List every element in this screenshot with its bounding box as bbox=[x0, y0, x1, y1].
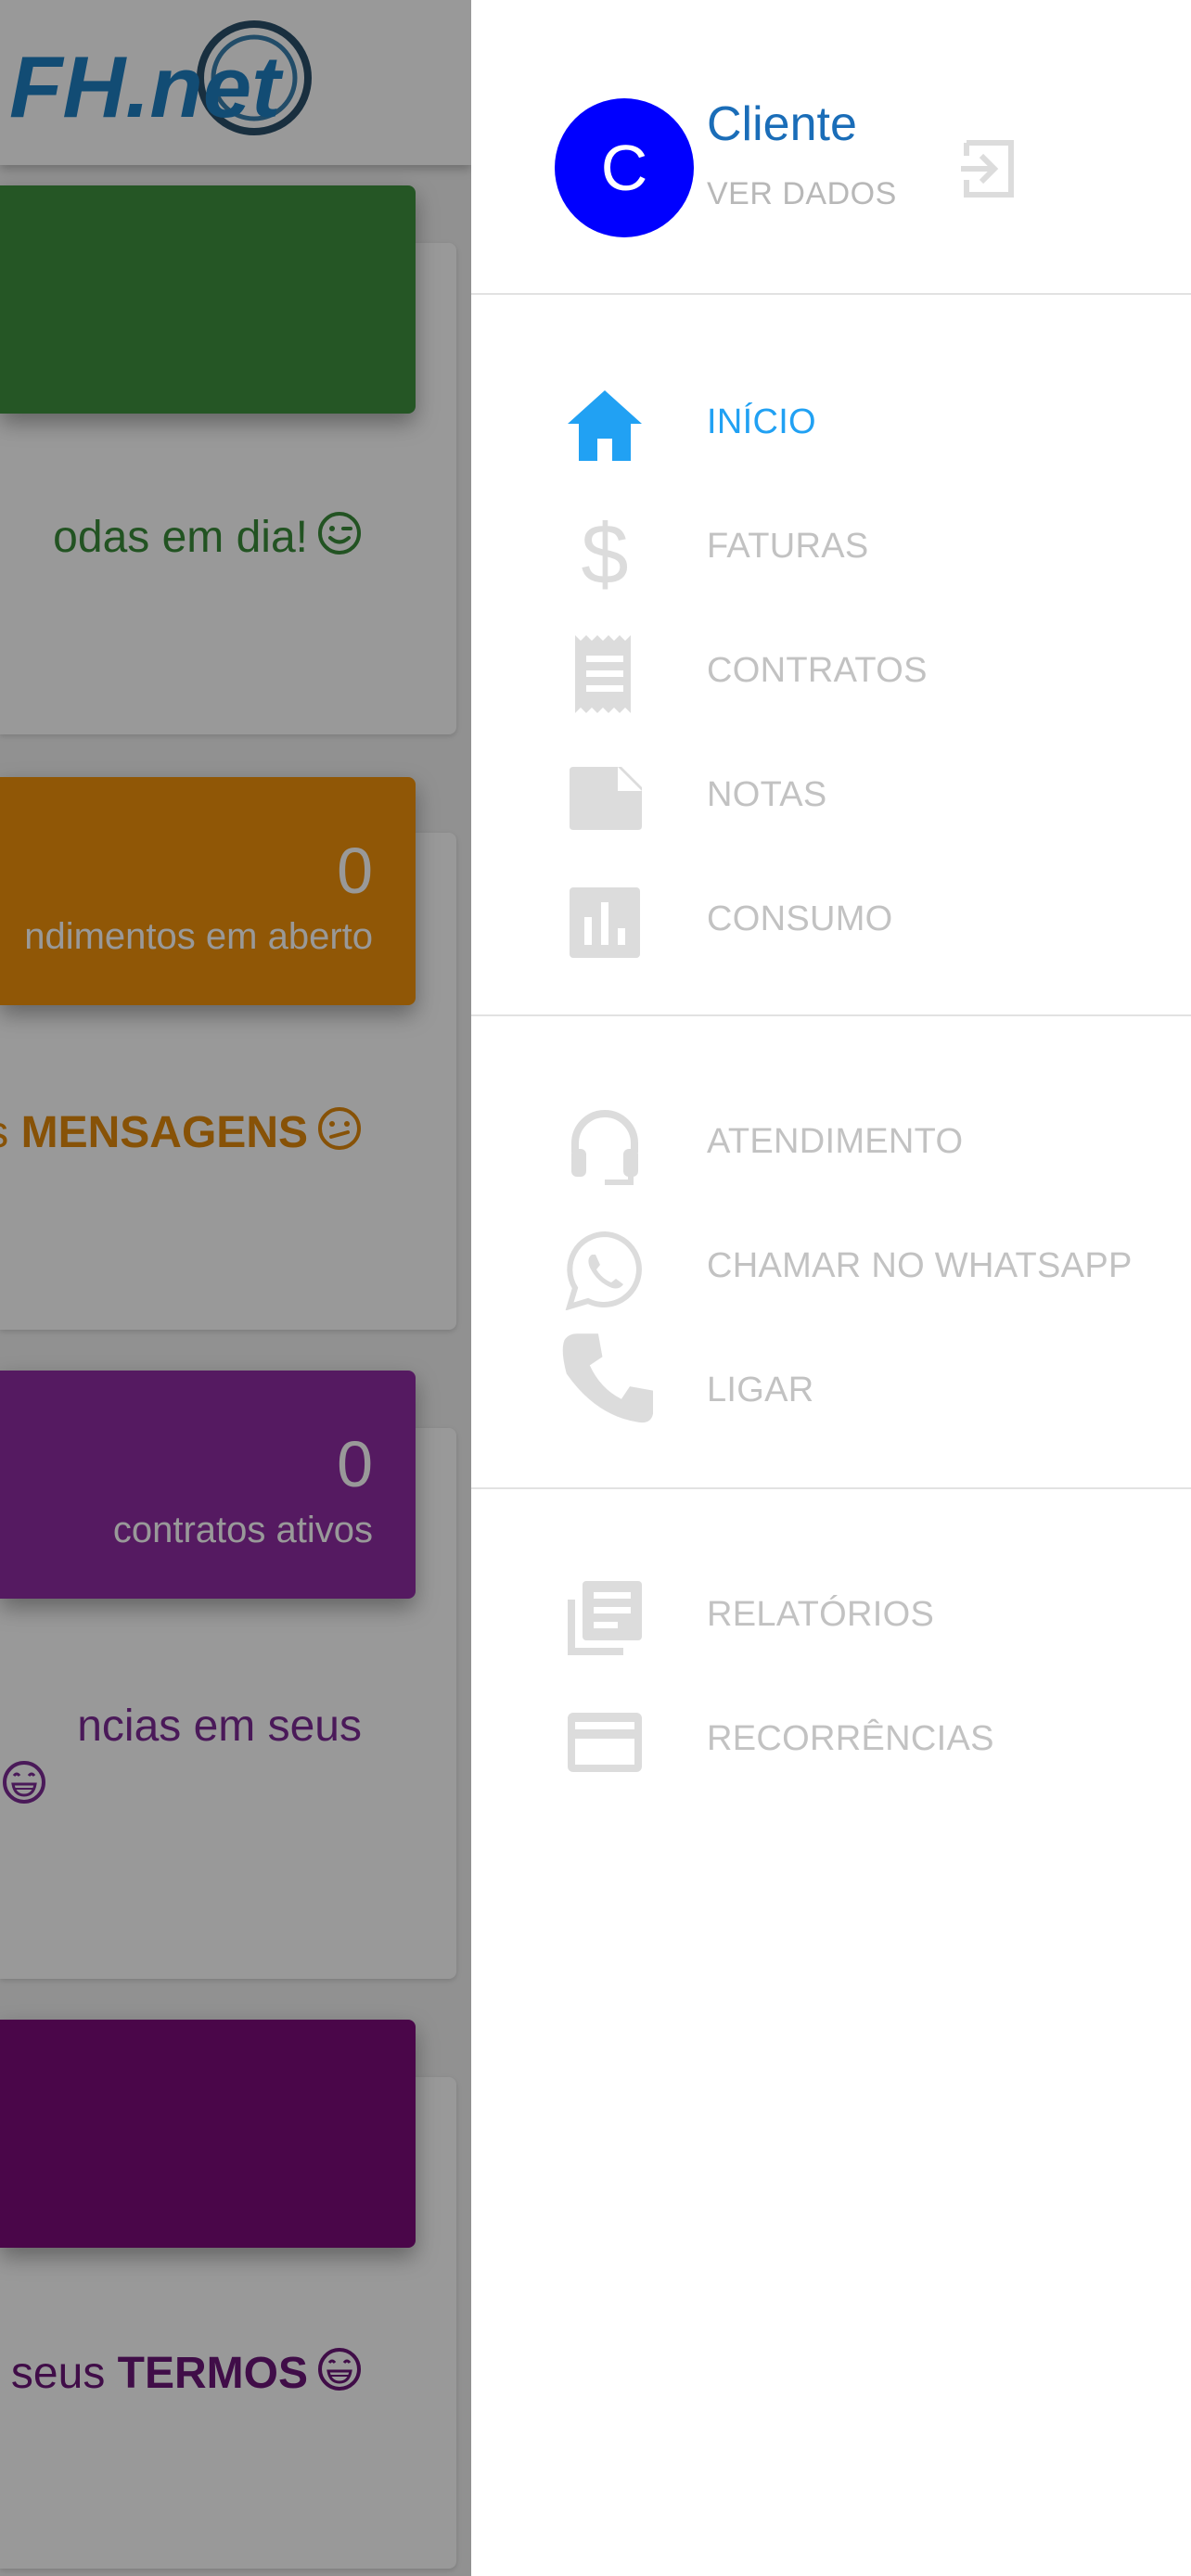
menu-item-label: CHAMAR NO WHATSAPP bbox=[707, 1246, 1133, 1285]
menu-item-ligar[interactable]: LIGAR bbox=[471, 1328, 1191, 1430]
navigation-drawer: C Cliente VER DADOS INÍCIO $ FATURAS CON… bbox=[471, 0, 1191, 2576]
view-data-link[interactable]: VER DADOS bbox=[707, 176, 897, 212]
dollar-icon: $ bbox=[581, 509, 628, 591]
credit-card-icon bbox=[568, 1713, 642, 1772]
menu-item-label: CONSUMO bbox=[707, 899, 893, 938]
menu-item-whatsapp[interactable]: CHAMAR NO WHATSAPP bbox=[471, 1204, 1191, 1310]
divider bbox=[471, 1487, 1191, 1489]
phone-icon bbox=[562, 1333, 653, 1423]
bar-chart-icon bbox=[570, 887, 640, 958]
headset-icon bbox=[571, 1110, 638, 1185]
home-icon bbox=[568, 390, 642, 461]
menu-item-label: CONTRATOS bbox=[707, 651, 928, 690]
menu-item-relatorios[interactable]: RELATÓRIOS bbox=[471, 1552, 1191, 1655]
menu-item-contratos[interactable]: CONTRATOS bbox=[471, 608, 1191, 713]
whatsapp-icon bbox=[565, 1231, 642, 1310]
menu-item-label: INÍCIO bbox=[707, 402, 816, 441]
receipt-icon bbox=[575, 635, 631, 713]
menu-item-faturas[interactable]: $ FATURAS bbox=[471, 484, 1191, 591]
menu-item-inicio[interactable]: INÍCIO bbox=[471, 360, 1191, 462]
divider bbox=[471, 293, 1191, 295]
note-icon bbox=[570, 767, 642, 830]
divider bbox=[471, 1014, 1191, 1016]
library-books-icon bbox=[568, 1581, 642, 1655]
menu-item-label: LIGAR bbox=[707, 1371, 814, 1409]
menu-item-label: FATURAS bbox=[707, 527, 869, 566]
menu-item-label: ATENDIMENTO bbox=[707, 1122, 964, 1161]
drawer-scrim[interactable] bbox=[0, 0, 471, 2576]
avatar[interactable]: C bbox=[555, 98, 694, 237]
menu-item-atendimento[interactable]: ATENDIMENTO bbox=[471, 1079, 1191, 1185]
menu-item-label: NOTAS bbox=[707, 775, 827, 814]
menu-item-label: RELATÓRIOS bbox=[707, 1595, 935, 1634]
user-name: Cliente bbox=[707, 97, 857, 151]
menu-item-label: RECORRÊNCIAS bbox=[707, 1719, 994, 1758]
svg-text:$: $ bbox=[581, 509, 628, 591]
menu-item-recorrencias[interactable]: RECORRÊNCIAS bbox=[471, 1677, 1191, 1779]
menu-item-notas[interactable]: NOTAS bbox=[471, 733, 1191, 835]
logout-icon[interactable] bbox=[961, 139, 1017, 198]
menu-item-consumo[interactable]: CONSUMO bbox=[471, 857, 1191, 959]
